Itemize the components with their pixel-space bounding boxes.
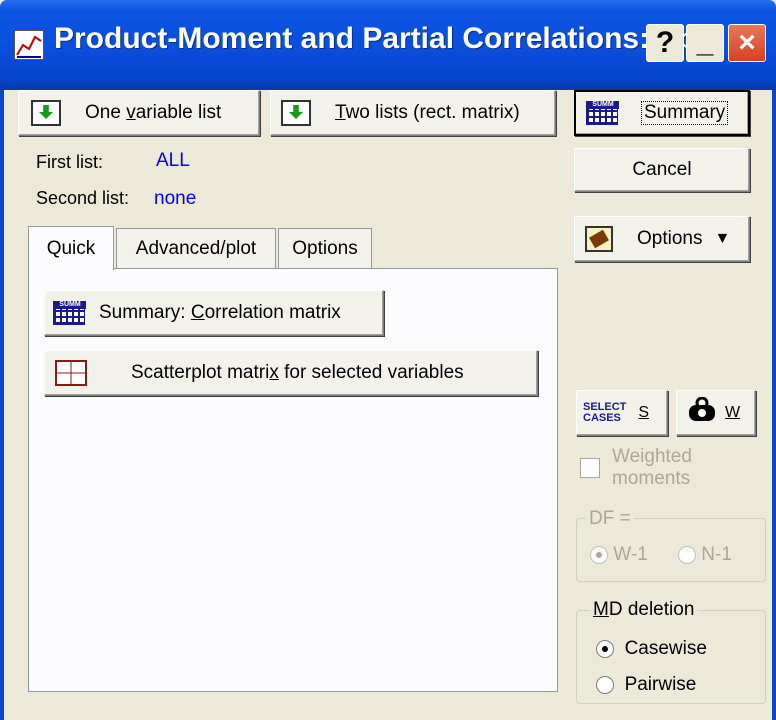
casewise-radio [596, 639, 614, 658]
second-list-label: Second list: [36, 188, 130, 208]
weights-button[interactable]: W [676, 390, 756, 436]
options-label: Options [637, 228, 703, 249]
summary-matrix-label-hotkey: C [190, 302, 205, 323]
cancel-button[interactable]: Cancel [574, 148, 750, 192]
options-icon [585, 226, 613, 252]
close-button[interactable]: × [728, 24, 766, 62]
tab-options[interactable]: Options [278, 228, 372, 268]
second-list-value: none [154, 188, 197, 209]
title-bar: Product-Moment and Partial Correlations:… [0, 0, 776, 90]
scatterplot-matrix-button[interactable]: Scatterplot matrix for selected variable… [44, 350, 538, 396]
two-lists-label-hotkey: T [335, 102, 346, 123]
two-lists-button[interactable]: Two lists (rect. matrix) [270, 90, 556, 136]
two-lists-label-post: wo lists (rect. matrix) [345, 102, 520, 123]
help-button[interactable]: ? [646, 24, 684, 62]
select-cases-button[interactable]: SELECT CASES S [576, 390, 668, 436]
app-icon [14, 30, 44, 60]
scatter-label-post: for selected variables [278, 362, 464, 383]
scatter-label-hotkey: x [269, 362, 279, 383]
tab-quick[interactable]: Quick [28, 226, 114, 270]
select-cases-hotkey: S [638, 404, 650, 421]
tab-advanced-plot[interactable]: Advanced/plot [116, 228, 276, 268]
variable-list-icon [281, 100, 311, 126]
weighted-moments-label: Weighted moments [612, 446, 692, 489]
df-group-title: DF = [586, 508, 634, 530]
first-list-label: First list: [36, 152, 103, 172]
options-menu-button[interactable]: Options ▼ [574, 216, 750, 262]
summary-button[interactable]: SUMM Summary [574, 90, 750, 136]
one-list-label-hotkey: v [126, 102, 136, 123]
chevron-down-icon: ▼ [714, 230, 731, 247]
one-list-label-pre: One [85, 102, 127, 123]
cancel-label: Cancel [632, 159, 692, 180]
weights-hotkey: W [725, 404, 741, 421]
window-title: Product-Moment and Partial Correlations:… [54, 22, 725, 55]
df-w1-radio [590, 545, 608, 564]
summary-correlation-matrix-button[interactable]: SUMM Summary: Correlation matrix [44, 290, 384, 336]
one-variable-list-button[interactable]: One variable list [18, 90, 260, 136]
summary-icon: SUMM [53, 301, 86, 325]
df-option-n1[interactable]: N-1 [678, 544, 732, 566]
first-list-value: ALL [156, 150, 190, 171]
df-n1-radio [678, 545, 696, 564]
md-deletion-title: MD deletion [590, 599, 698, 621]
summary-matrix-label-post: orrelation matrix [204, 302, 341, 323]
md-option-pairwise[interactable]: Pairwise [596, 674, 696, 696]
weighted-moments-checkbox[interactable] [580, 458, 600, 478]
scatter-label-pre: Scatterplot matri [131, 362, 270, 383]
md-option-casewise[interactable]: Casewise [596, 638, 707, 660]
summary-label: Summary [640, 101, 729, 125]
one-list-label-post: ariable list [135, 102, 222, 123]
summary-matrix-label-pre: Summary: [99, 302, 191, 323]
pairwise-radio [596, 675, 614, 694]
weight-icon [687, 396, 717, 429]
summary-icon: SUMM [586, 101, 619, 125]
scatterplot-matrix-icon [55, 360, 87, 386]
select-cases-icon: SELECT CASES [583, 401, 627, 424]
df-option-w1[interactable]: W-1 [590, 544, 648, 566]
minimize-button[interactable]: _ [686, 24, 724, 62]
variable-list-icon [31, 100, 61, 126]
